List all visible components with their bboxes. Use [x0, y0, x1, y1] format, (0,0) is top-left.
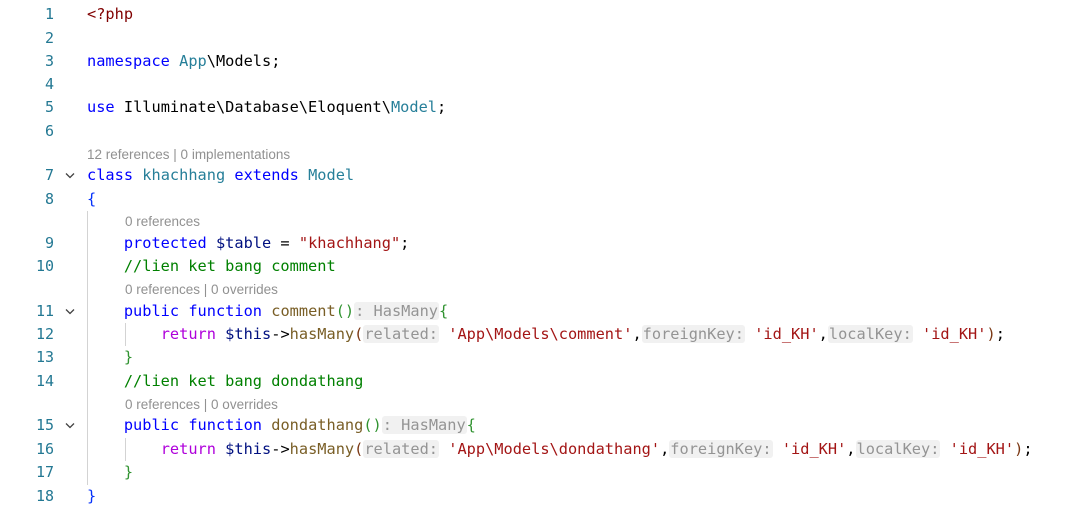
keyword: protected [123, 234, 207, 252]
method-call: hasMany [289, 440, 355, 458]
keyword: function [188, 416, 263, 434]
line-number: 3 [44, 52, 54, 70]
code-line: <?php [87, 3, 133, 26]
class-name: khachhang [142, 166, 226, 184]
param-hint: related: [363, 325, 440, 343]
keyword: extends [234, 166, 299, 184]
keyword: public [123, 302, 180, 320]
code-line: return $this->hasMany(related: 'App\Mode… [160, 440, 1033, 458]
code-line: //lien ket bang comment [87, 255, 336, 278]
line-number: 8 [44, 190, 54, 208]
code-line: public function comment(): HasMany{ [123, 302, 449, 320]
fold-chevron-icon[interactable] [62, 164, 78, 187]
code-line: } [87, 485, 96, 508]
comment: //lien ket bang comment [123, 257, 336, 275]
keyword: use [87, 98, 115, 116]
line-number: 9 [44, 234, 54, 252]
line-number: 2 [44, 29, 54, 47]
codelens-dondathang-fn[interactable]: 0 references | 0 overrides [125, 396, 278, 414]
param-hint: localKey: [827, 325, 913, 343]
string: 'id_KH' [781, 440, 847, 458]
code-line: } [87, 348, 134, 366]
string: 'App\Models\dondathang' [448, 440, 661, 458]
codelens-class[interactable]: 12 references | 0 implementations [87, 146, 290, 164]
line-number-gutter: 1 2 3 4 5 6 7 8 9 10 11 12 13 14 15 16 1… [0, 0, 60, 508]
code-line: } [87, 463, 134, 481]
keyword: public [123, 416, 180, 434]
string: "khachhang" [298, 234, 401, 252]
line-number: 13 [35, 348, 54, 366]
comment: //lien ket bang dondathang [123, 372, 364, 390]
code-line: use Illuminate\Database\Eloquent\Model; [87, 98, 447, 116]
parent-class: Model [308, 166, 355, 184]
use-path: Illuminate\Database\Eloquent\ [123, 98, 391, 116]
string: 'id_KH' [922, 325, 987, 343]
use-class: Model [390, 98, 437, 116]
line-number: 6 [44, 122, 54, 140]
param-hint: localKey: [855, 440, 941, 458]
string: 'id_KH' [949, 440, 1015, 458]
line-number: 18 [35, 487, 54, 505]
codelens-comment-fn[interactable]: 0 references | 0 overrides [125, 281, 278, 299]
line-number: 12 [35, 325, 54, 343]
code-editor[interactable]: 1 2 3 4 5 6 7 8 9 10 11 12 13 14 15 16 1… [0, 0, 1079, 508]
code-line: return $this->hasMany(related: 'App\Mode… [160, 325, 1005, 343]
codelens-table[interactable]: 0 references [125, 213, 200, 231]
namespace-part: \Models; [206, 52, 281, 70]
keyword: class [87, 166, 134, 184]
code-line: { [87, 188, 96, 211]
code-line: class khachhang extends Model [87, 164, 354, 187]
line-number: 16 [35, 440, 54, 458]
line-number: 1 [44, 5, 54, 23]
line-number: 7 [44, 166, 54, 184]
line-number: 4 [44, 75, 54, 93]
keyword: function [188, 302, 263, 320]
method-call: hasMany [289, 325, 355, 343]
fold-chevron-icon[interactable] [62, 300, 78, 323]
variable: $this [225, 440, 272, 458]
return-type-hint: : HasMany [381, 416, 467, 434]
line-number: 15 [35, 416, 54, 434]
brace: { [87, 190, 97, 208]
brace: } [87, 487, 97, 505]
line-number: 10 [35, 257, 54, 275]
line-number: 5 [44, 98, 54, 116]
line-number: 14 [35, 372, 54, 390]
code-line: protected $table = "khachhang"; [123, 234, 410, 252]
string: 'id_KH' [754, 325, 819, 343]
code-line: namespace App\Models; [87, 50, 280, 73]
variable: $table [215, 234, 272, 252]
return-type-hint: : HasMany [354, 302, 440, 320]
keyword: return [160, 325, 216, 343]
fold-chevron-icon[interactable] [62, 414, 78, 437]
function-name: comment [271, 302, 336, 320]
line-number: 11 [35, 302, 54, 320]
param-hint: related: [363, 440, 440, 458]
variable: $this [225, 325, 272, 343]
code-line: //lien ket bang dondathang [87, 370, 363, 393]
function-name: dondathang [271, 416, 364, 434]
keyword: namespace [87, 52, 170, 70]
param-hint: foreignKey: [641, 325, 745, 343]
line-number: 17 [35, 463, 54, 481]
namespace-part: App [179, 52, 207, 70]
code-line: public function dondathang(): HasMany{ [123, 416, 476, 434]
param-hint: foreignKey: [669, 440, 773, 458]
string: 'App\Models\comment' [448, 325, 633, 343]
php-open-tag: <?php [87, 5, 134, 23]
keyword: return [160, 440, 216, 458]
